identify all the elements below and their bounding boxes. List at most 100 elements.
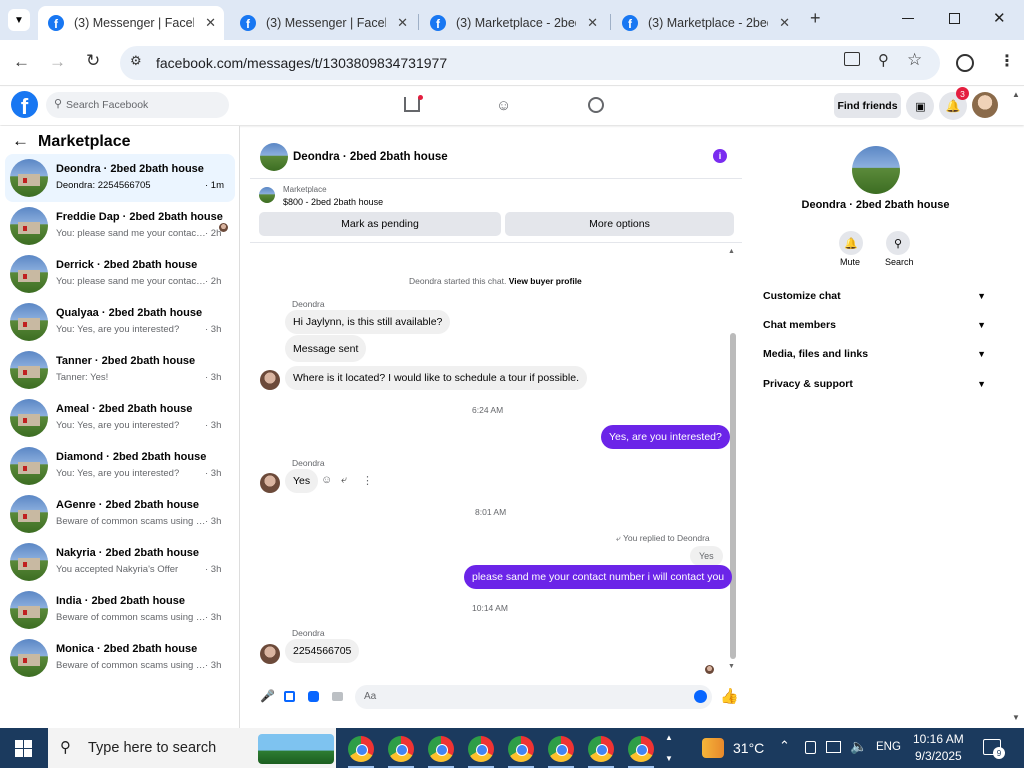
- taskbar-scroll-up-icon[interactable]: ▲: [665, 733, 673, 742]
- back-arrow-icon[interactable]: ←: [12, 131, 29, 151]
- profile-icon[interactable]: [956, 54, 974, 72]
- bookmark-star-icon[interactable]: ☆: [907, 50, 922, 70]
- message-bubble[interactable]: Hi Jaylynn, is this still available?: [285, 310, 451, 334]
- more-options-button[interactable]: More options: [505, 212, 734, 236]
- page-scrollbar-down-icon[interactable]: ▼: [1012, 713, 1020, 722]
- close-tab-icon[interactable]: ✕: [205, 15, 216, 31]
- mark-pending-button[interactable]: Mark as pending: [259, 212, 501, 236]
- browser-tab-4[interactable]: f (3) Marketplace - 2bed ✕: [612, 6, 798, 40]
- chat-list-item[interactable]: India · 2bed 2bath house Beware of common…: [5, 586, 235, 634]
- close-tab-icon[interactable]: ✕: [397, 15, 408, 31]
- emoji-icon[interactable]: [694, 690, 707, 703]
- chrome-taskbar-icon[interactable]: [428, 736, 454, 762]
- sender-avatar[interactable]: [260, 644, 280, 664]
- chat-list-item[interactable]: Tanner · 2bed 2bath house Tanner: Yes! · 3…: [5, 346, 235, 394]
- messages-scroll-up-icon[interactable]: ▲: [728, 248, 735, 255]
- friends-icon[interactable]: ☺: [496, 97, 511, 114]
- view-buyer-profile-link[interactable]: View buyer profile: [509, 276, 582, 286]
- react-icon[interactable]: ☺: [321, 474, 332, 486]
- tab-search-button[interactable]: ▼: [8, 9, 30, 31]
- sender-avatar[interactable]: [260, 370, 280, 390]
- quoted-message[interactable]: Yes: [690, 546, 723, 566]
- sticker-icon[interactable]: [308, 691, 319, 702]
- menu-grid-button[interactable]: ▣: [906, 92, 934, 120]
- chrome-taskbar-icon[interactable]: [468, 736, 494, 762]
- network-icon[interactable]: [826, 741, 841, 753]
- chrome-taskbar-icon[interactable]: [348, 736, 374, 762]
- find-friends-button[interactable]: Find friends: [834, 93, 901, 118]
- like-thumb-icon[interactable]: 👍: [720, 687, 739, 705]
- chat-list-item[interactable]: Diamond · 2bed 2bath house You: Yes, are …: [5, 442, 235, 490]
- facebook-logo-icon[interactable]: f: [11, 91, 38, 118]
- start-button[interactable]: [15, 740, 32, 757]
- my-message-bubble[interactable]: Yes, are you interested?: [601, 425, 730, 449]
- conversation-avatar[interactable]: [260, 143, 288, 171]
- listing-thumbnail[interactable]: [259, 187, 275, 203]
- account-avatar[interactable]: [972, 92, 998, 118]
- forward-icon[interactable]: →: [49, 52, 66, 72]
- message-bubble[interactable]: Yes: [285, 469, 319, 493]
- meet-now-icon[interactable]: [805, 741, 816, 754]
- chrome-taskbar-icon[interactable]: [588, 736, 614, 762]
- more-icon[interactable]: ⋮: [362, 474, 373, 487]
- facebook-search-box[interactable]: ⚲ Search Facebook: [46, 92, 229, 118]
- browser-tab-3[interactable]: f (3) Marketplace - 2bed ✕: [420, 6, 606, 40]
- gif-icon[interactable]: [332, 692, 343, 701]
- chrome-taskbar-icon[interactable]: [548, 736, 574, 762]
- back-icon[interactable]: ←: [13, 52, 30, 72]
- taskbar-scroll-down-icon[interactable]: ▼: [665, 754, 673, 763]
- minimize-button[interactable]: [902, 18, 914, 19]
- listing-price[interactable]: $800 - 2bed 2bath house: [283, 197, 383, 207]
- restore-button[interactable]: [949, 13, 960, 24]
- weather-icon[interactable]: [702, 738, 724, 758]
- chat-list-item[interactable]: Derrick · 2bed 2bath house You: please sa…: [5, 250, 235, 298]
- chat-members-section[interactable]: Chat members: [763, 319, 836, 331]
- reply-icon[interactable]: ⤶: [341, 474, 347, 487]
- message-bubble[interactable]: Where is it located? I would like to sch…: [285, 366, 587, 390]
- messages-scroll-down-icon[interactable]: ▼: [728, 663, 735, 670]
- groups-icon[interactable]: [588, 97, 604, 113]
- search-button[interactable]: ⚲: [886, 231, 910, 255]
- close-tab-icon[interactable]: ✕: [587, 15, 598, 31]
- messages-scrollbar[interactable]: [730, 333, 736, 659]
- profile-photo[interactable]: [852, 146, 900, 194]
- language-indicator[interactable]: ENG: [876, 741, 901, 753]
- voice-clip-icon[interactable]: 🎤: [260, 689, 275, 703]
- browser-tab-2[interactable]: f (3) Messenger | Facebook ✕: [230, 6, 416, 40]
- close-tab-icon[interactable]: ✕: [779, 15, 790, 31]
- taskbar-search-box[interactable]: ⚲ Type here to search: [48, 728, 336, 768]
- show-hidden-icons-icon[interactable]: ⌃: [779, 738, 790, 754]
- mute-button[interactable]: 🔔: [839, 231, 863, 255]
- message-input[interactable]: Aa: [355, 685, 712, 709]
- chat-list-item[interactable]: Monica · 2bed 2bath house Beware of commo…: [5, 634, 235, 682]
- my-message-bubble[interactable]: please sand me your contact number i wil…: [464, 565, 733, 589]
- site-info-icon[interactable]: ⚙: [130, 53, 142, 69]
- chrome-taskbar-icon[interactable]: [508, 736, 534, 762]
- install-app-icon[interactable]: [844, 52, 860, 66]
- clock-time[interactable]: 10:16 AM: [913, 732, 964, 746]
- clock-date[interactable]: 9/3/2025: [915, 749, 962, 763]
- chat-list-item[interactable]: Nakyria · 2bed 2bath house You accepted N…: [5, 538, 235, 586]
- volume-icon[interactable]: 🔈: [850, 738, 867, 755]
- chat-list-item[interactable]: Ameal · 2bed 2bath house You: Yes, are yo…: [5, 394, 235, 442]
- address-bar[interactable]: ⚙ facebook.com/messages/t/13038098347319…: [120, 46, 940, 80]
- privacy-support-section[interactable]: Privacy & support: [763, 378, 853, 390]
- home-icon[interactable]: [404, 97, 420, 112]
- message-bubble[interactable]: 2254566705: [285, 639, 360, 663]
- zoom-icon[interactable]: ⚲: [878, 51, 889, 69]
- chrome-taskbar-icon[interactable]: [628, 736, 654, 762]
- chrome-taskbar-icon[interactable]: [388, 736, 414, 762]
- chat-list-item[interactable]: Deondra · 2bed 2bath house Deondra: 22545…: [5, 154, 235, 202]
- browser-menu-icon[interactable]: ⋮: [999, 51, 1015, 71]
- info-icon[interactable]: i: [713, 149, 727, 163]
- media-files-section[interactable]: Media, files and links: [763, 348, 868, 360]
- browser-tab-1[interactable]: f (3) Messenger | Facebook ✕: [38, 6, 224, 40]
- close-window-button[interactable]: ✕: [993, 9, 1006, 27]
- reload-icon[interactable]: ↻: [86, 51, 100, 71]
- attach-photo-icon[interactable]: [284, 691, 295, 702]
- conversation-title[interactable]: Deondra · 2bed 2bath house: [293, 151, 448, 163]
- page-scrollbar-up-icon[interactable]: ▲: [1012, 90, 1020, 99]
- weather-temp[interactable]: 31°C: [733, 740, 764, 756]
- chat-list-item[interactable]: Qualyaa · 2bed 2bath house You: Yes, are …: [5, 298, 235, 346]
- chat-list-item[interactable]: Freddie Dap · 2bed 2bath house You: pleas…: [5, 202, 235, 250]
